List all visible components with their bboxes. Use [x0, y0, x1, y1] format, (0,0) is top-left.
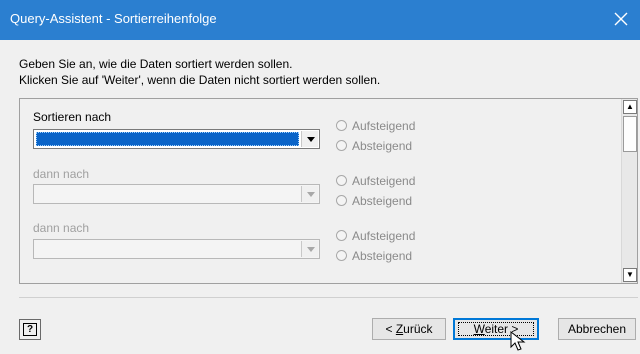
sort-row-3-field[interactable]	[36, 242, 299, 256]
radio-circle-icon[interactable]	[336, 175, 347, 186]
window-title: Query-Assistent - Sortierreihenfolge	[10, 11, 217, 26]
mouse-cursor-icon	[510, 331, 526, 351]
instruction-line-2: Klicken Sie auf 'Weiter', wenn die Daten…	[19, 73, 381, 87]
back-button-label: urück	[403, 322, 433, 336]
scroll-up-icon[interactable]: ▲	[623, 100, 637, 114]
sort-row-1-descending-label: Absteigend	[352, 139, 413, 153]
instruction-line-1: Geben Sie an, wie die Daten sortiert wer…	[19, 57, 293, 71]
scrollbar-thumb[interactable]	[623, 116, 637, 152]
help-button[interactable]: ?	[19, 319, 41, 340]
back-button[interactable]: < Zurück	[372, 318, 446, 340]
sort-rows-container: Sortieren nach Aufsteigend Absteigend da…	[20, 99, 622, 283]
sort-row-3-ascending-label: Aufsteigend	[352, 229, 416, 243]
sort-row-2-combobox[interactable]	[33, 184, 320, 204]
close-icon[interactable]	[608, 6, 634, 32]
chevron-down-icon[interactable]	[301, 131, 318, 147]
radio-circle-icon[interactable]	[336, 250, 347, 261]
sort-row-1-label: Sortieren nach	[33, 110, 112, 124]
sort-row-1-combobox[interactable]	[33, 129, 320, 149]
sort-panel: Sortieren nach Aufsteigend Absteigend da…	[19, 98, 638, 284]
radio-circle-icon[interactable]	[336, 230, 347, 241]
chevron-down-icon[interactable]	[301, 186, 318, 202]
radio-circle-icon[interactable]	[336, 140, 347, 151]
sort-row-2-descending-label: Absteigend	[352, 194, 413, 208]
chevron-down-icon[interactable]	[301, 241, 318, 257]
vertical-scrollbar[interactable]: ▲ ▼	[621, 99, 637, 283]
title-bar: Query-Assistent - Sortierreihenfolge	[0, 0, 640, 40]
sort-row-2-label: dann nach	[33, 167, 90, 181]
scroll-down-icon[interactable]: ▼	[623, 268, 637, 282]
radio-circle-icon[interactable]	[336, 120, 347, 131]
sort-row-2-field[interactable]	[36, 187, 299, 201]
radio-circle-icon[interactable]	[336, 195, 347, 206]
sort-row-3-descending-label: Absteigend	[352, 249, 413, 263]
divider	[19, 297, 638, 298]
sort-row-3-combobox[interactable]	[33, 239, 320, 259]
back-button-prefix: <	[385, 322, 396, 336]
sort-row-1-field[interactable]	[36, 132, 299, 146]
cancel-button[interactable]: Abbrechen	[558, 318, 636, 340]
help-icon: ?	[23, 323, 37, 336]
sort-row-1-ascending-label: Aufsteigend	[352, 119, 416, 133]
sort-row-3-label: dann nach	[33, 221, 90, 235]
sort-row-2-ascending-label: Aufsteigend	[352, 174, 416, 188]
